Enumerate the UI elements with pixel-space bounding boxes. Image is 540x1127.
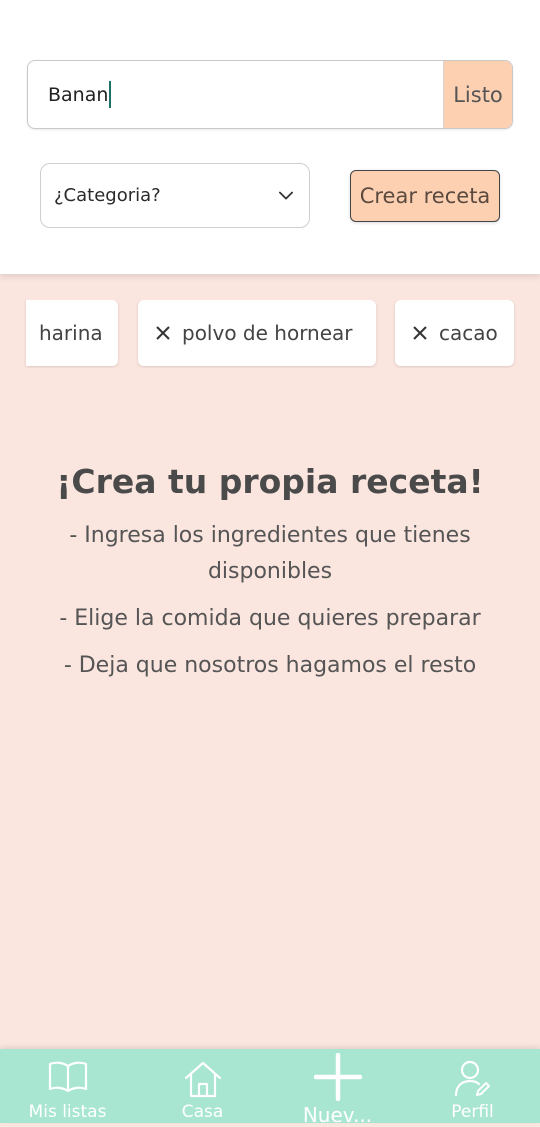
intro-section: ¡Crea tu propia receta! - Ingresa los in… (0, 458, 540, 684)
nav-label: Mis listas (28, 1102, 107, 1122)
done-button[interactable]: Listo (443, 61, 512, 128)
intro-title: ¡Crea tu propia receta! (56, 462, 484, 501)
nav-item-perfil[interactable]: Perfil (405, 1049, 540, 1123)
ingredient-chip-label: polvo de hornear (182, 321, 353, 345)
ingredient-chip: harina (26, 300, 118, 366)
top-panel: Banan Listo ¿Categoria? Crear receta (0, 0, 540, 274)
create-recipe-button[interactable]: Crear receta (350, 170, 500, 222)
text-cursor (109, 81, 112, 108)
intro-step: - Ingresa los ingredientes que tienes di… (69, 523, 471, 584)
plus-icon (313, 1052, 362, 1105)
nav-item-nuevo[interactable]: Nuev... (270, 1049, 405, 1127)
home-icon (182, 1059, 224, 1103)
ingredient-chips: harina polvo de hornear cacao (0, 300, 540, 368)
intro-step: - Deja que nosotros hagamos el resto (63, 653, 477, 678)
nav-label: Perfil (451, 1102, 494, 1122)
nav-item-mis-listas[interactable]: Mis listas (0, 1049, 135, 1123)
ingredient-input-value: Banan (48, 83, 109, 106)
ingredient-chip-label: harina (39, 321, 103, 345)
intro-step: - Elige la comida que quieres preparar (59, 606, 481, 631)
book-icon (47, 1059, 89, 1097)
nav-label: Casa (181, 1102, 224, 1122)
category-dropdown[interactable]: ¿Categoria? (40, 163, 310, 228)
chevron-down-icon (279, 189, 293, 203)
ingredient-chip: polvo de hornear (138, 300, 376, 366)
close-icon[interactable] (411, 324, 429, 342)
nav-label: Nuev... (302, 1103, 373, 1127)
ingredient-chip-label: cacao (439, 321, 498, 345)
nav-item-casa[interactable]: Casa (135, 1049, 270, 1123)
bottom-nav: Mis listas Casa Nuev... Perfil (0, 1049, 540, 1127)
ingredient-input[interactable]: Banan (28, 61, 445, 128)
ingredient-chip: cacao (395, 300, 514, 366)
category-selected-value: ¿Categoria? (54, 185, 161, 206)
ingredient-search-bar: Banan Listo (27, 60, 513, 129)
close-icon[interactable] (154, 324, 172, 342)
profile-edit-icon (453, 1059, 493, 1103)
